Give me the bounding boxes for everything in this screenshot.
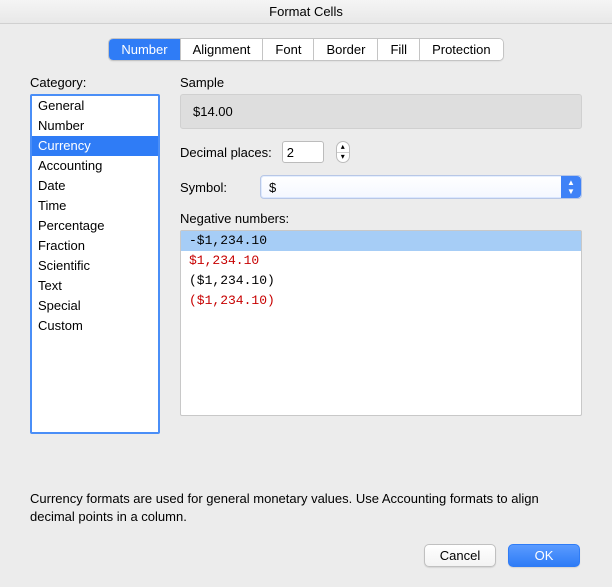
category-item-accounting[interactable]: Accounting xyxy=(32,156,158,176)
tab-font[interactable]: Font xyxy=(263,39,314,60)
category-item-fraction[interactable]: Fraction xyxy=(32,236,158,256)
category-item-percentage[interactable]: Percentage xyxy=(32,216,158,236)
negative-format-option[interactable]: ($1,234.10) xyxy=(181,271,581,291)
negative-format-option[interactable]: -$1,234.10 xyxy=(181,231,581,251)
category-item-text[interactable]: Text xyxy=(32,276,158,296)
category-item-date[interactable]: Date xyxy=(32,176,158,196)
category-item-general[interactable]: General xyxy=(32,96,158,116)
symbol-value: $ xyxy=(269,180,276,195)
dropdown-arrows-icon: ▲▼ xyxy=(561,176,581,198)
symbol-label: Symbol: xyxy=(180,180,250,195)
negative-numbers-list[interactable]: -$1,234.10$1,234.10($1,234.10)($1,234.10… xyxy=(180,230,582,416)
window-title: Format Cells xyxy=(0,0,612,24)
category-item-number[interactable]: Number xyxy=(32,116,158,136)
category-list[interactable]: GeneralNumberCurrencyAccountingDateTimeP… xyxy=(30,94,160,434)
category-label: Category: xyxy=(30,75,160,90)
symbol-select[interactable]: $ ▲▼ xyxy=(260,175,582,199)
negative-numbers-label: Negative numbers: xyxy=(180,211,582,226)
cancel-button[interactable]: Cancel xyxy=(424,544,496,567)
sample-value: $14.00 xyxy=(180,94,582,129)
category-item-scientific[interactable]: Scientific xyxy=(32,256,158,276)
stepper-up-icon[interactable]: ▴ xyxy=(337,142,349,153)
negative-format-option[interactable]: ($1,234.10) xyxy=(181,291,581,311)
tab-protection[interactable]: Protection xyxy=(420,39,503,60)
tab-border[interactable]: Border xyxy=(314,39,378,60)
ok-button[interactable]: OK xyxy=(508,544,580,567)
category-item-special[interactable]: Special xyxy=(32,296,158,316)
stepper-down-icon[interactable]: ▾ xyxy=(337,153,349,163)
category-item-currency[interactable]: Currency xyxy=(32,136,158,156)
category-description: Currency formats are used for general mo… xyxy=(30,490,582,526)
tab-fill[interactable]: Fill xyxy=(378,39,420,60)
decimal-places-input[interactable] xyxy=(282,141,324,163)
decimal-places-label: Decimal places: xyxy=(180,145,272,160)
negative-format-option[interactable]: $1,234.10 xyxy=(181,251,581,271)
tab-group: NumberAlignmentFontBorderFillProtection xyxy=(108,38,503,61)
tab-alignment[interactable]: Alignment xyxy=(181,39,264,60)
decimal-places-stepper[interactable]: ▴ ▾ xyxy=(336,141,350,163)
dialog-content: NumberAlignmentFontBorderFillProtection … xyxy=(0,24,612,587)
tab-number[interactable]: Number xyxy=(109,39,180,60)
category-item-custom[interactable]: Custom xyxy=(32,316,158,336)
tab-bar: NumberAlignmentFontBorderFillProtection xyxy=(30,38,582,61)
category-item-time[interactable]: Time xyxy=(32,196,158,216)
dialog-footer: Cancel OK xyxy=(30,544,582,567)
sample-label: Sample xyxy=(180,75,582,90)
